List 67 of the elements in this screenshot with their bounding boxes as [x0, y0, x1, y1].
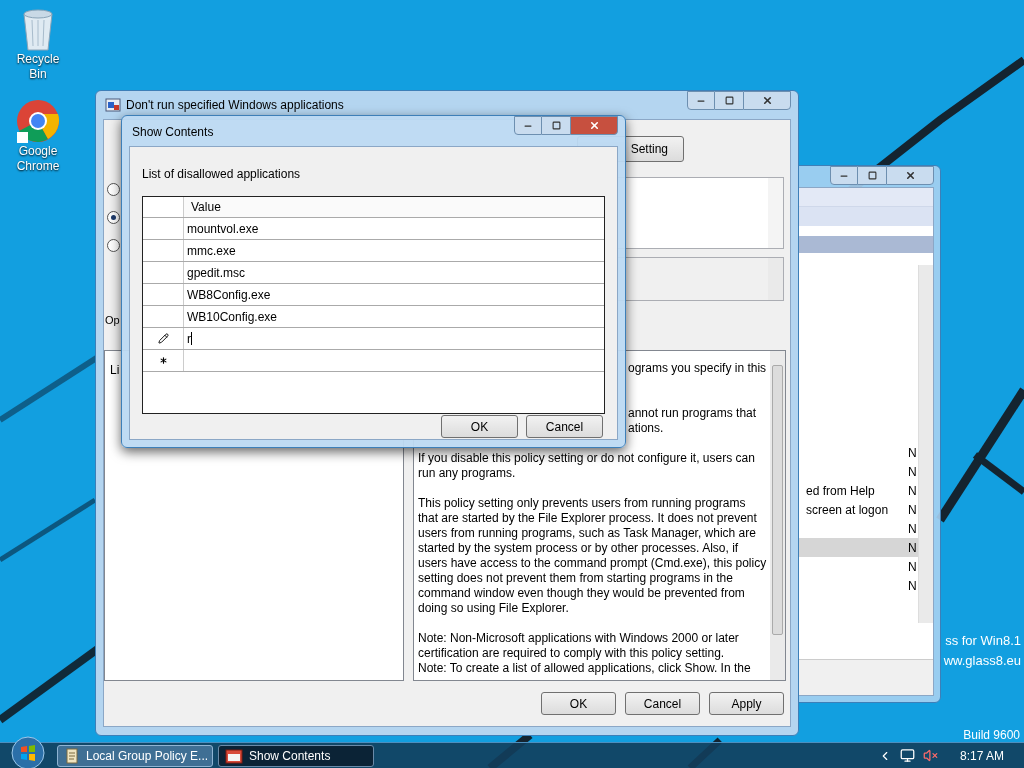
dialog-button[interactable]: Cancel: [625, 692, 700, 715]
policy-state: N: [908, 577, 918, 595]
maximize-icon: [551, 121, 561, 130]
policy-state: N: [908, 463, 918, 481]
maximize-button[interactable]: [715, 91, 743, 110]
radio-button[interactable]: [107, 211, 120, 224]
policy-state: N: [908, 539, 918, 557]
radio-button[interactable]: [107, 183, 120, 196]
scrollbar[interactable]: [770, 351, 785, 680]
policy-name: ed from Help: [806, 483, 875, 498]
policy-state: N: [908, 520, 918, 538]
policy-state: N: [908, 558, 918, 576]
dialog-button[interactable]: Cancel: [526, 415, 603, 438]
muted-speaker-icon[interactable]: [922, 748, 938, 763]
cell-input[interactable]: r: [184, 328, 604, 349]
close-button[interactable]: [570, 116, 618, 135]
policy-state: N: [908, 482, 918, 500]
help-text: Note: Non-Microsoft applications with Windows 2000 or later certification are required to comply with this policy setting.: [418, 631, 740, 661]
pencil-icon: [157, 333, 169, 344]
close-icon: [904, 170, 916, 181]
start-button[interactable]: [11, 735, 45, 768]
scrollbar[interactable]: [918, 265, 933, 623]
list-label: List of disallowed applications: [142, 166, 302, 183]
table-cell[interactable]: mmc.exe: [184, 240, 604, 261]
maximize-button[interactable]: [858, 166, 886, 185]
maximize-icon: [724, 96, 734, 105]
policy-icon: [105, 97, 121, 113]
policy-state: N: [908, 444, 918, 462]
column-header[interactable]: Value: [184, 197, 604, 217]
minimize-button[interactable]: [830, 166, 858, 185]
dialog-button[interactable]: Apply: [709, 692, 784, 715]
maximize-icon: [867, 171, 877, 180]
dialog-title: Show Contents: [131, 124, 214, 141]
close-button[interactable]: [743, 91, 791, 110]
close-icon: [761, 95, 773, 106]
options-label: Op: [105, 312, 120, 328]
close-icon: [588, 120, 600, 131]
desktop-text: ww.glass8.eu: [943, 652, 1021, 670]
list-window-icon: [225, 747, 243, 764]
scroll-icon: [64, 747, 80, 764]
table-cell[interactable]: WB8Config.exe: [184, 284, 604, 305]
help-text: annot run programs that: [628, 406, 758, 421]
browser-icon[interactable]: [15, 98, 61, 144]
minimize-button[interactable]: [514, 116, 542, 135]
help-text: ations.: [628, 421, 665, 436]
dialog-button[interactable]: OK: [441, 415, 518, 438]
help-text: This policy setting only prevents users from running programs that are started by the File Explorer process. It does not prevent users from running programs, such as Task Manager, which are started by the system process or by other processes. Also, if users have access to the command prompt (Cmd.exe), this policy setting does not prevent them from starting programs in the command window even though they would be prevented from doing so using File Explorer.: [418, 496, 768, 616]
help-text: Note: To create a list of allowed applications, click Show. In the: [418, 661, 752, 676]
policy-state: N: [908, 501, 918, 519]
build-label: Build 9600: [963, 727, 1020, 744]
radio-button[interactable]: [107, 239, 120, 252]
table-cell[interactable]: WB10Config.exe: [184, 306, 604, 327]
help-text: If you disable this policy setting or do not configure it, users can run any programs.: [418, 451, 756, 481]
taskbar-button[interactable]: Show Contents: [218, 744, 374, 767]
close-button[interactable]: [886, 166, 934, 185]
taskbar-button[interactable]: Local Group Policy E...: [57, 744, 213, 767]
dialog-button[interactable]: OK: [541, 692, 616, 715]
maximize-button[interactable]: [542, 116, 570, 135]
help-text: ograms you specify in this: [628, 361, 768, 376]
window-title: Don't run specified Windows applications: [126, 97, 344, 114]
minimize-button[interactable]: [687, 91, 715, 110]
desktop-text: ss for Win8.1: [945, 632, 1021, 650]
table-cell[interactable]: mountvol.exe: [184, 218, 604, 239]
policy-name: screen at logon: [806, 502, 889, 517]
clock[interactable]: 8:17 AM: [959, 746, 1004, 765]
options-text: Li: [110, 363, 120, 377]
table-cell[interactable]: gpedit.msc: [184, 262, 604, 283]
